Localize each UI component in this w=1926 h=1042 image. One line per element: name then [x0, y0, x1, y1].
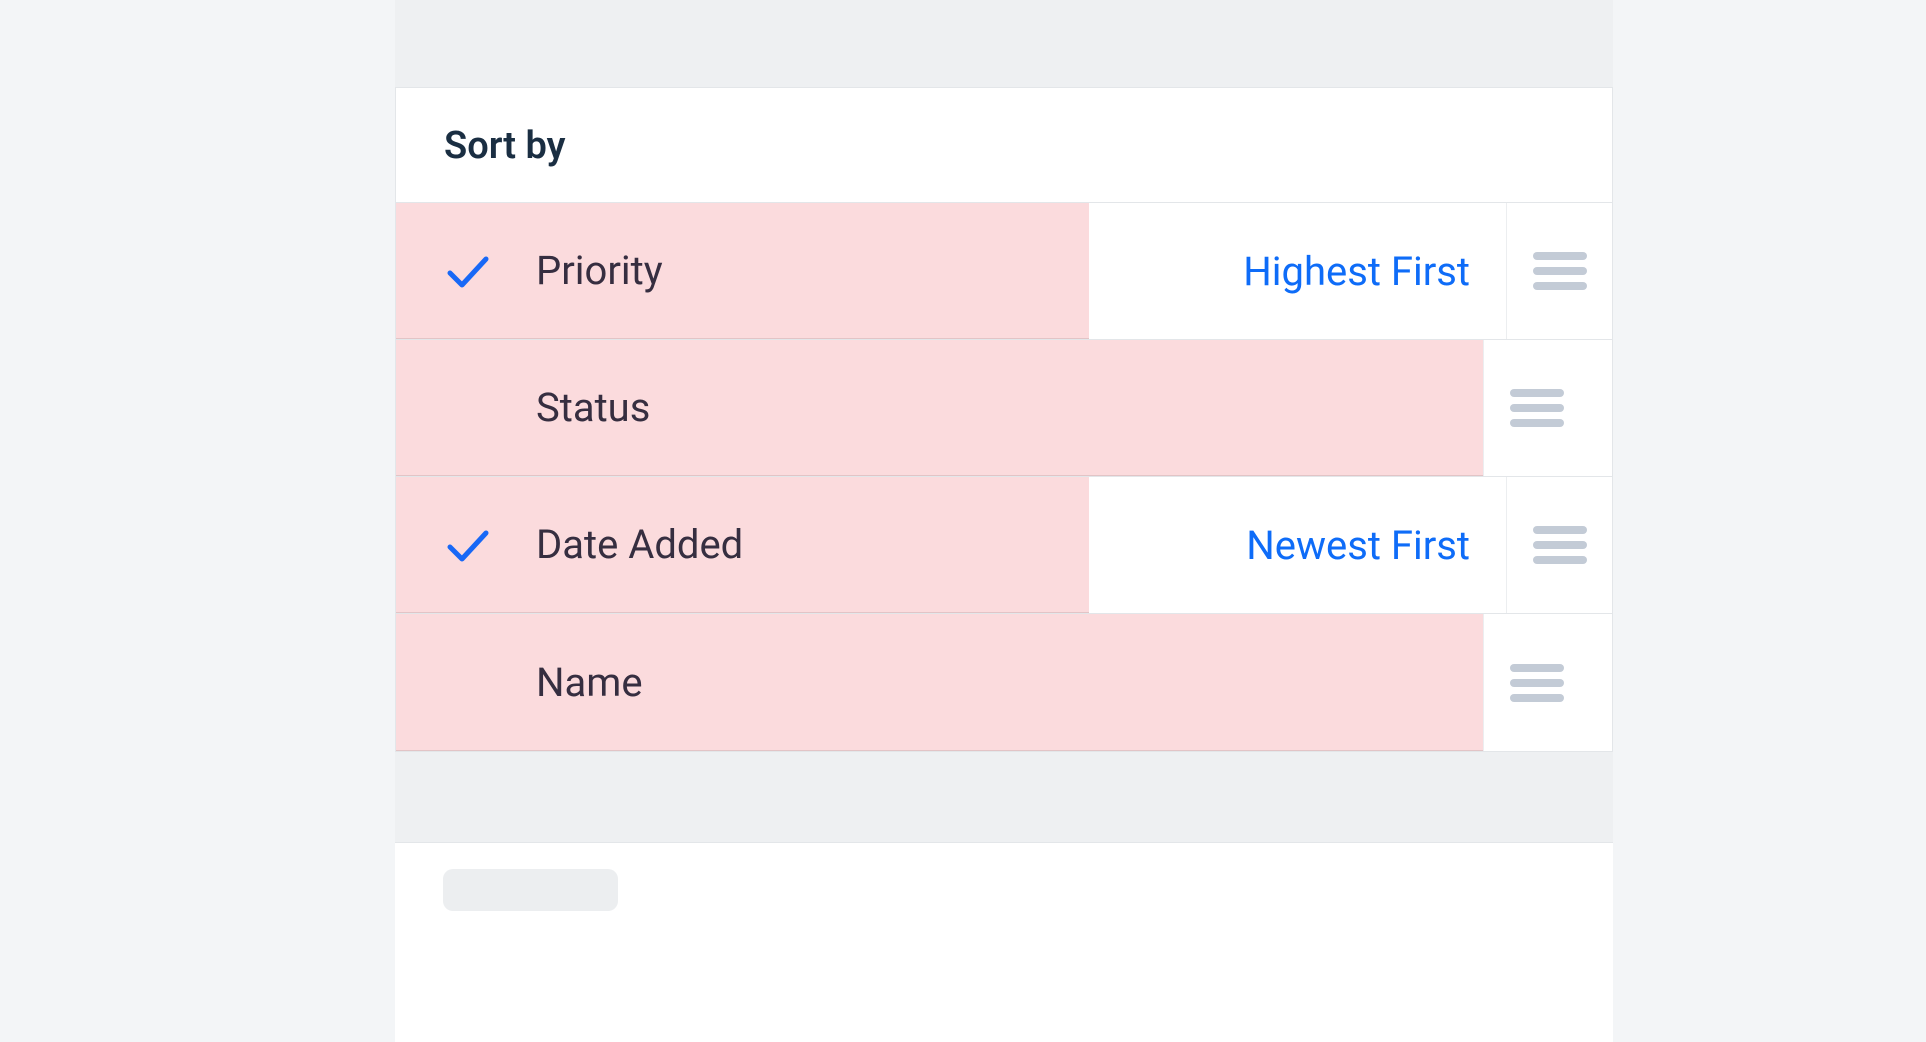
- main-container: Sort by Priority Highest First: [395, 0, 1613, 951]
- sort-toggle-priority[interactable]: Priority: [396, 203, 1089, 339]
- order-text: Highest First: [1243, 248, 1470, 295]
- drag-icon: [1510, 664, 1564, 702]
- sort-row-status: Status: [396, 340, 1612, 477]
- drag-handle-date-added[interactable]: [1506, 477, 1612, 613]
- sort-label: Name: [500, 659, 643, 706]
- sort-order-date-added[interactable]: Newest First: [1089, 477, 1506, 613]
- drag-icon: [1533, 526, 1587, 564]
- sort-label: Status: [500, 384, 650, 431]
- sort-row-priority: Priority Highest First: [396, 203, 1612, 340]
- placeholder-pill: [443, 869, 618, 911]
- drag-handle-priority[interactable]: [1506, 203, 1612, 339]
- drag-handle-name[interactable]: [1483, 614, 1589, 751]
- sort-toggle-name[interactable]: Name: [396, 614, 1483, 751]
- drag-icon: [1533, 252, 1587, 290]
- check-icon: [444, 521, 492, 569]
- check-icon: [444, 247, 492, 295]
- sort-row-name: Name: [396, 614, 1612, 751]
- sort-label: Priority: [500, 247, 663, 294]
- sort-panel: Sort by Priority Highest First: [395, 87, 1613, 752]
- check-wrapper: [444, 521, 500, 569]
- sort-toggle-date-added[interactable]: Date Added: [396, 477, 1089, 613]
- drag-icon: [1510, 389, 1564, 427]
- sort-toggle-status[interactable]: Status: [396, 340, 1483, 476]
- sort-order-priority[interactable]: Highest First: [1089, 203, 1506, 339]
- check-wrapper: [444, 247, 500, 295]
- bottom-panel: [395, 842, 1613, 1042]
- sort-header: Sort by: [396, 88, 1612, 203]
- sort-label: Date Added: [500, 521, 743, 568]
- drag-handle-status[interactable]: [1483, 340, 1589, 476]
- order-text: Newest First: [1246, 522, 1470, 569]
- sort-row-date-added: Date Added Newest First: [396, 477, 1612, 614]
